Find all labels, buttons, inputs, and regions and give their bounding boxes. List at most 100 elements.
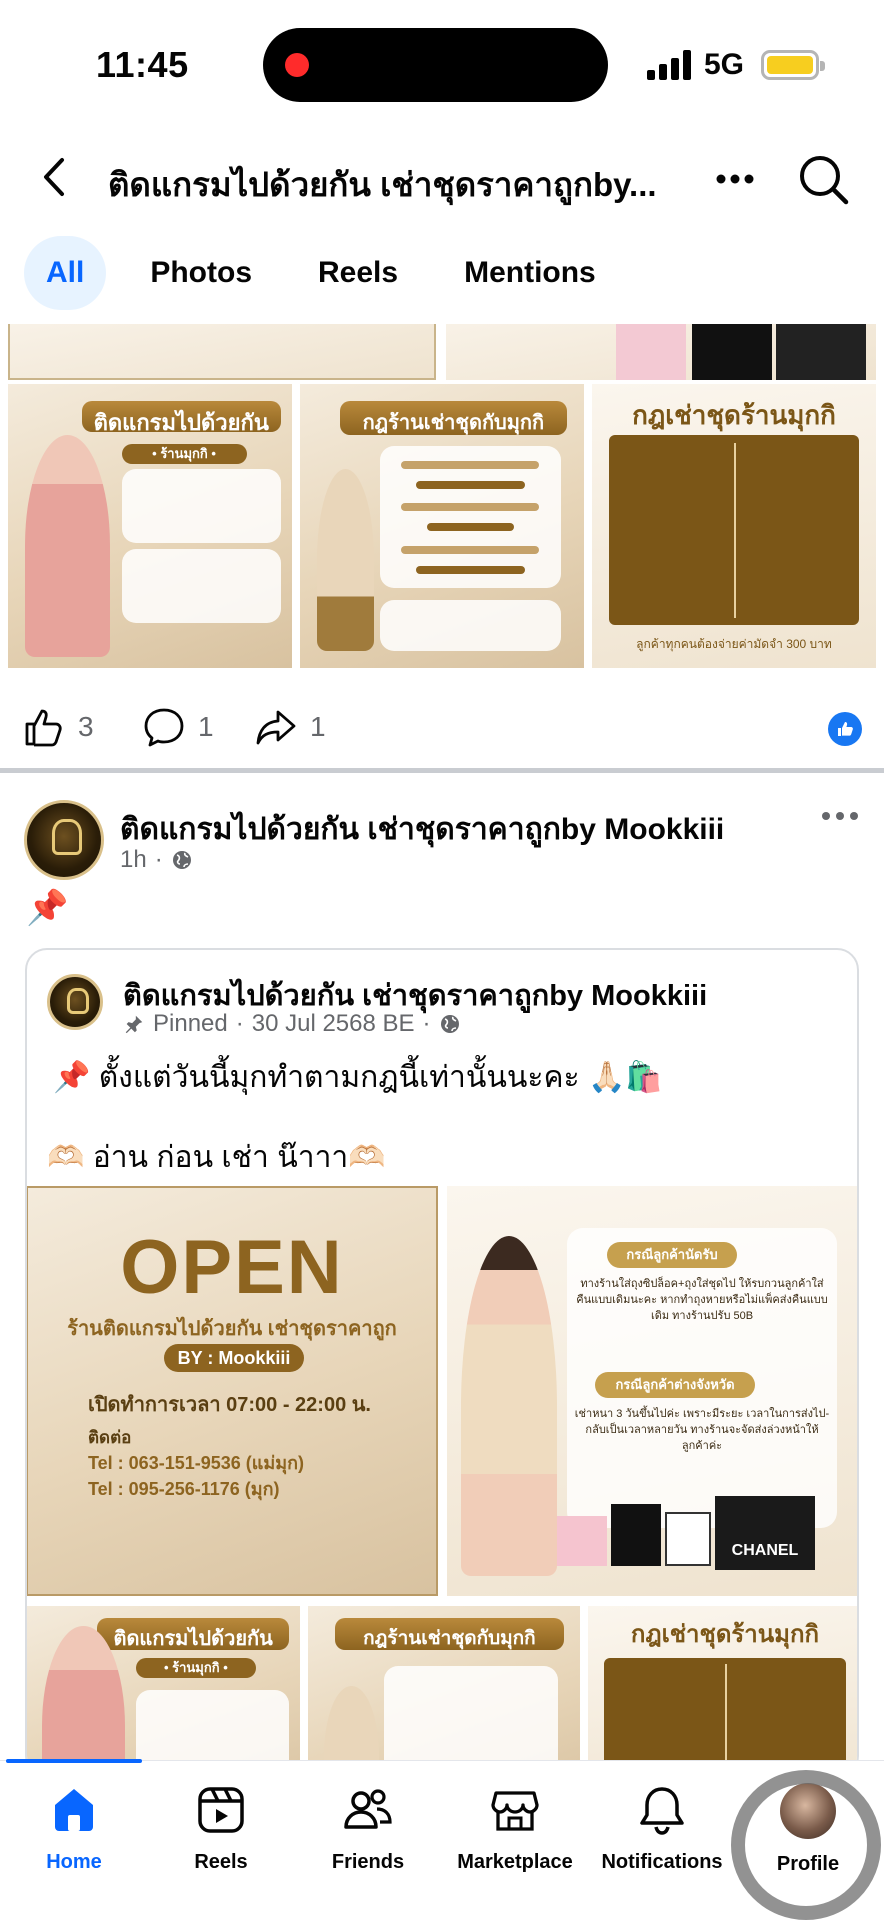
post-image-partial[interactable] [446,324,876,380]
nav-reels[interactable]: Reels [147,1783,295,1893]
nav-label: Home [46,1851,102,1873]
like-button[interactable]: 3 [22,700,94,754]
nav-profile[interactable]: Profile [734,1783,882,1893]
open-hours-poster[interactable]: OPEN ร้านติดแกรมไปด้วยกัน เช่าชุดราคาถูก… [27,1186,438,1596]
poster-shop-name: ร้านติดแกรมไปด้วยกัน เช่าชุดราคาถูก [67,1318,397,1340]
poster-hours: เปิดทำการเวลา 07:00 - 22:00 น. [88,1394,371,1416]
poster-text-card [379,446,562,589]
share-button[interactable]: 1 [254,700,326,754]
province-badge: กรณีลูกค้าต่างจังหวัด [595,1372,755,1398]
post-time[interactable]: 1h [120,846,147,874]
tab-mentions[interactable]: Mentions [442,236,618,310]
nav-label: Profile [776,1853,840,1875]
recording-dot-icon [285,53,309,77]
search-icon[interactable] [796,152,850,206]
post-more-options-icon[interactable] [818,806,862,826]
post-image-rules-1-repeat[interactable]: ติดแกรมไปด้วยกัน • ร้านมุกกิ • [27,1606,300,1776]
shared-post-date[interactable]: 30 Jul 2568 BE [252,1010,415,1038]
shopping-bag-graphic [692,324,772,380]
meta-separator: · [154,846,163,873]
poster-title: ติดแกรมไปด้วยกัน [93,410,269,436]
post-divider [0,768,884,773]
poster-title: กฎร้านเช่าชุดกับมุกกิ [362,412,545,435]
filter-tabs: All Photos Reels Mentions [24,236,618,310]
more-options-icon[interactable] [710,154,760,204]
mannequin-graphic [317,469,374,651]
post-image-rules-3-repeat[interactable]: กฎเช่าชุดร้านมุกกิ [588,1606,857,1776]
shopping-bag-graphic [776,324,866,380]
poster-title: ติดแกรมไปด้วยกัน [113,1628,273,1650]
poster-title: กฎร้านเช่าชุดกับมุกกิ [363,1628,536,1649]
bell-icon [640,1787,684,1835]
pickup-rules-text: ทางร้านใส่ถุงซิปล็อค+ถุงใส่ชุดไป ให้รบกว… [576,1278,828,1322]
page-title: ติดแกรมไปด้วยกัน เช่าชุดราคาถูกby... [108,166,657,203]
shared-post-meta: Pinned · 30 Jul 2568 BE · [123,1010,461,1038]
shared-post-card[interactable]: ติดแกรมไปด้วยกัน เช่าชุดราคาถูกby Mookki… [25,948,859,1778]
home-icon [55,1789,93,1831]
poster-text-card [121,469,281,544]
poster-by-badge: BY : Mookkiii [164,1344,304,1372]
nav-label: Notifications [601,1851,723,1873]
poster-title-banner: ติดแกรมไปด้วยกัน [97,1618,290,1650]
pickup-rules-poster[interactable]: กรณีลูกค้านัดรับ ทางร้านใส่ถุงซิปล็อค+ถุ… [447,1186,857,1596]
rules-text-panel [609,435,859,626]
shared-post-text-line-2: 🫶🏻 อ่าน ก่อน เช่า น๊าาา🫶🏻 [47,1141,386,1174]
status-time: 11:45 [96,44,189,85]
thumbs-up-icon [25,709,62,747]
shopping-bag-graphic [611,1504,661,1566]
poster-title-banner: กฎร้านเช่าชุดกับมุกกิ [339,401,567,436]
poster-title-banner: ติดแกรมไปด้วยกัน [81,401,281,435]
poster-tel-1: Tel : 063-151-9536 (แม่มุก) [88,1453,304,1473]
pickup-badge: กรณีลูกค้านัดรับ [607,1242,737,1268]
network-label: 5G [704,48,745,81]
post-image-rules-1[interactable]: ติดแกรมไปด้วยกัน • ร้านมุกกิ • [8,384,292,668]
bottom-navigation: Home Reels Friends Marketplace Notificat… [0,1759,884,1920]
post-image-rules-2[interactable]: กฎร้านเช่าชุดกับมุกกิ [300,384,584,668]
meta-separator: · [235,1010,244,1037]
post-author-name[interactable]: ติดแกรมไปด้วยกัน เช่าชุดราคาถูกby Mookki… [120,806,724,853]
model-figure-graphic [461,1236,557,1576]
nav-label: Marketplace [457,1851,573,1873]
nav-label: Reels [194,1851,248,1873]
active-tab-indicator [6,1759,142,1763]
shopping-bag-graphic [616,324,686,380]
share-count: 1 [310,711,326,742]
meta-separator: · [422,1010,431,1037]
nav-label: Friends [331,1851,405,1873]
friends-icon [344,1789,392,1829]
page-header: ติดแกรมไปด้วยกัน เช่าชุดราคาถูกby... [0,128,884,228]
shared-page-avatar[interactable] [47,974,103,1030]
like-reaction-icon [828,712,862,746]
nav-marketplace[interactable]: Marketplace [441,1783,589,1893]
status-bar: 11:45 5G [0,0,884,128]
post-image-rules-2-repeat[interactable]: กฎร้านเช่าชุดกับมุกกิ [308,1606,580,1776]
poster-tel-2: Tel : 095-256-1176 (มุก) [88,1479,280,1499]
post-meta: 1h · [120,846,193,874]
nav-notifications[interactable]: Notifications [588,1783,736,1893]
page-avatar[interactable] [24,800,104,880]
pin-icon [125,1015,143,1034]
comment-count: 1 [198,711,214,742]
nav-friends[interactable]: Friends [294,1783,442,1893]
like-count: 3 [78,711,94,742]
shopping-bag-graphic [557,1516,607,1566]
nav-home[interactable]: Home [0,1783,148,1893]
post-text: 📌 [26,889,69,927]
tab-reels[interactable]: Reels [296,236,420,310]
province-rules-text: เช่าหนา 3 วันขึ้นไปค่ะ เพราะมีระยะ เวลาใ… [574,1408,830,1452]
tab-all[interactable]: All [24,236,107,310]
tab-photos[interactable]: Photos [128,236,274,310]
back-arrow-icon[interactable] [30,152,80,202]
shopping-bag-graphic [665,1512,711,1566]
dynamic-island [263,28,608,102]
battery-icon [761,50,825,80]
globe-icon [440,1015,459,1033]
share-icon [256,710,296,745]
comment-button[interactable]: 1 [142,700,214,754]
post-image-partial[interactable] [8,324,436,380]
signal-icon [647,50,693,80]
post-image-rules-3[interactable]: กฎเช่าชุดร้านมุกกิ ลูกค้าทุกคนต้องจ่ายค่… [592,384,876,668]
poster-subtitle: • ร้านมุกกิ • [135,1658,257,1678]
chanel-bag-graphic: CHANEL [715,1496,815,1570]
poster-title: กฎเช่าชุดร้านมุกกิ [632,400,836,431]
